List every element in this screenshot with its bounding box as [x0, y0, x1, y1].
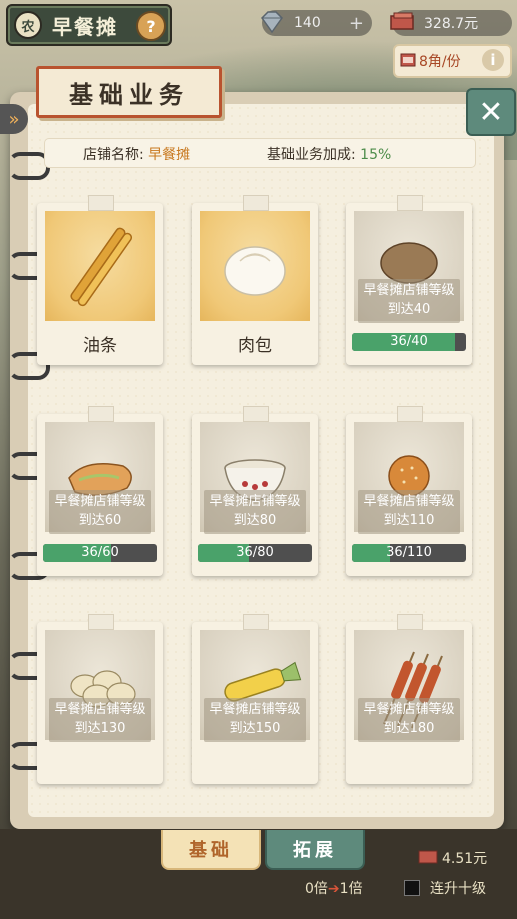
- unlock-requirement: 早餐摊店铺等级 到达130: [49, 698, 151, 742]
- item-card-youtiao[interactable]: 油条: [37, 195, 163, 365]
- item-card-locked-80[interactable]: 早餐摊店铺等级 到达80 36/80: [192, 406, 318, 576]
- gem-amount: 140: [294, 15, 321, 31]
- item-name: 肉包: [238, 336, 272, 356]
- cash-icon: [418, 850, 438, 864]
- unlock-requirement: 早餐摊店铺等级 到达40: [358, 279, 460, 323]
- cash-counter: 328.7元: [390, 10, 512, 36]
- bonus-label: 基础业务加成:: [267, 147, 361, 163]
- item-card-roubao[interactable]: 肉包: [192, 195, 318, 365]
- shop-name-value: 早餐摊: [148, 147, 191, 163]
- item-name: 油条: [83, 336, 117, 356]
- bonus-value: 15%: [360, 147, 392, 163]
- lock-line-1: 早餐摊店铺等级: [54, 494, 146, 509]
- lock-line-1: 早餐摊店铺等级: [209, 494, 301, 509]
- unlock-requirement: 早餐摊店铺等级 到达150: [204, 698, 306, 742]
- upgrade-ten-label[interactable]: 连升十级: [430, 878, 486, 898]
- price-per-serving[interactable]: 8角/份 i: [393, 44, 512, 78]
- upgrade-ten-checkbox[interactable]: [404, 880, 420, 896]
- unlock-requirement: 早餐摊店铺等级 到达80: [204, 490, 306, 534]
- cash-stack-icon: [390, 12, 414, 30]
- item-card-locked-40[interactable]: 早餐摊店铺等级 到达40 36/40: [346, 195, 472, 365]
- add-gems-button[interactable]: +: [349, 13, 364, 34]
- level-progress-bar: 36/80: [198, 544, 312, 562]
- progress-text: 36/110: [386, 545, 432, 560]
- cash-amount: 328.7元: [424, 16, 479, 32]
- unlock-requirement: 早餐摊店铺等级 到达110: [358, 490, 460, 534]
- multiplier-to: 1倍: [339, 881, 363, 897]
- help-button[interactable]: ?: [136, 11, 166, 41]
- diamond-icon: [261, 11, 283, 34]
- shop-title: 早餐摊: [52, 14, 118, 39]
- upgrade-cost: 4.51元: [442, 851, 488, 867]
- arrow-right-icon: ➔: [327, 881, 340, 897]
- lock-line-1: 早餐摊店铺等级: [363, 283, 455, 298]
- level-progress-bar: 36/40: [352, 333, 466, 351]
- lock-line-2: 到达150: [229, 721, 281, 736]
- price-info-icon[interactable]: i: [482, 49, 504, 71]
- lock-line-2: 到达130: [74, 721, 126, 736]
- lock-line-2: 到达60: [78, 513, 122, 528]
- price-value: 8角/份: [419, 54, 461, 70]
- shop-title-plate[interactable]: 农 早餐摊 ?: [6, 4, 172, 46]
- baozi-icon: [224, 246, 286, 296]
- unlock-requirement: 早餐摊店铺等级 到达180: [358, 698, 460, 742]
- gem-counter: 140 +: [261, 10, 372, 36]
- lock-line-1: 早餐摊店铺等级: [363, 702, 455, 717]
- lock-line-1: 早餐摊店铺等级: [209, 702, 301, 717]
- lock-line-2: 到达80: [233, 513, 277, 528]
- item-card-locked-110[interactable]: 早餐摊店铺等级 到达110 36/110: [346, 406, 472, 576]
- panel-title: 基础业务: [69, 80, 189, 109]
- progress-text: 36/60: [81, 545, 119, 560]
- shop-name-row: 店铺名称: 早餐摊: [83, 144, 190, 164]
- lock-line-2: 到达110: [383, 513, 435, 528]
- shop-info-bar: 店铺名称: 早餐摊 基础业务加成: 15%: [44, 138, 476, 168]
- youtiao-icon: [70, 227, 133, 307]
- item-card-locked-60[interactable]: 早餐摊店铺等级 到达60 36/60: [37, 406, 163, 576]
- panel-title-banner: 基础业务: [36, 66, 222, 118]
- item-card-locked-180[interactable]: 早餐摊店铺等级 到达180: [346, 614, 472, 784]
- lock-line-2: 到达180: [383, 721, 435, 736]
- shop-badge-icon: 农: [14, 11, 42, 39]
- item-card-locked-130[interactable]: 早餐摊店铺等级 到达130: [37, 614, 163, 784]
- level-progress-bar: 36/110: [352, 544, 466, 562]
- bonus-row: 基础业务加成: 15%: [267, 144, 391, 164]
- tab-expand[interactable]: 拓展: [265, 830, 365, 870]
- lock-line-2: 到达40: [387, 302, 431, 317]
- item-card-locked-150[interactable]: 早餐摊店铺等级 到达150: [192, 614, 318, 784]
- unlock-requirement: 早餐摊店铺等级 到达60: [49, 490, 151, 534]
- close-button[interactable]: ✕: [466, 88, 516, 136]
- tab-basic[interactable]: 基础: [161, 830, 261, 870]
- lock-line-1: 早餐摊店铺等级: [54, 702, 146, 717]
- shop-name-label: 店铺名称:: [83, 147, 149, 163]
- progress-text: 36/40: [390, 334, 428, 349]
- progress-text: 36/80: [236, 545, 274, 560]
- multiplier-change: 0倍➔1倍: [305, 878, 363, 898]
- lock-line-1: 早餐摊店铺等级: [363, 494, 455, 509]
- level-progress-bar: 36/60: [43, 544, 157, 562]
- multiplier-from: 0倍: [305, 881, 328, 897]
- price-tag-icon: [400, 53, 416, 67]
